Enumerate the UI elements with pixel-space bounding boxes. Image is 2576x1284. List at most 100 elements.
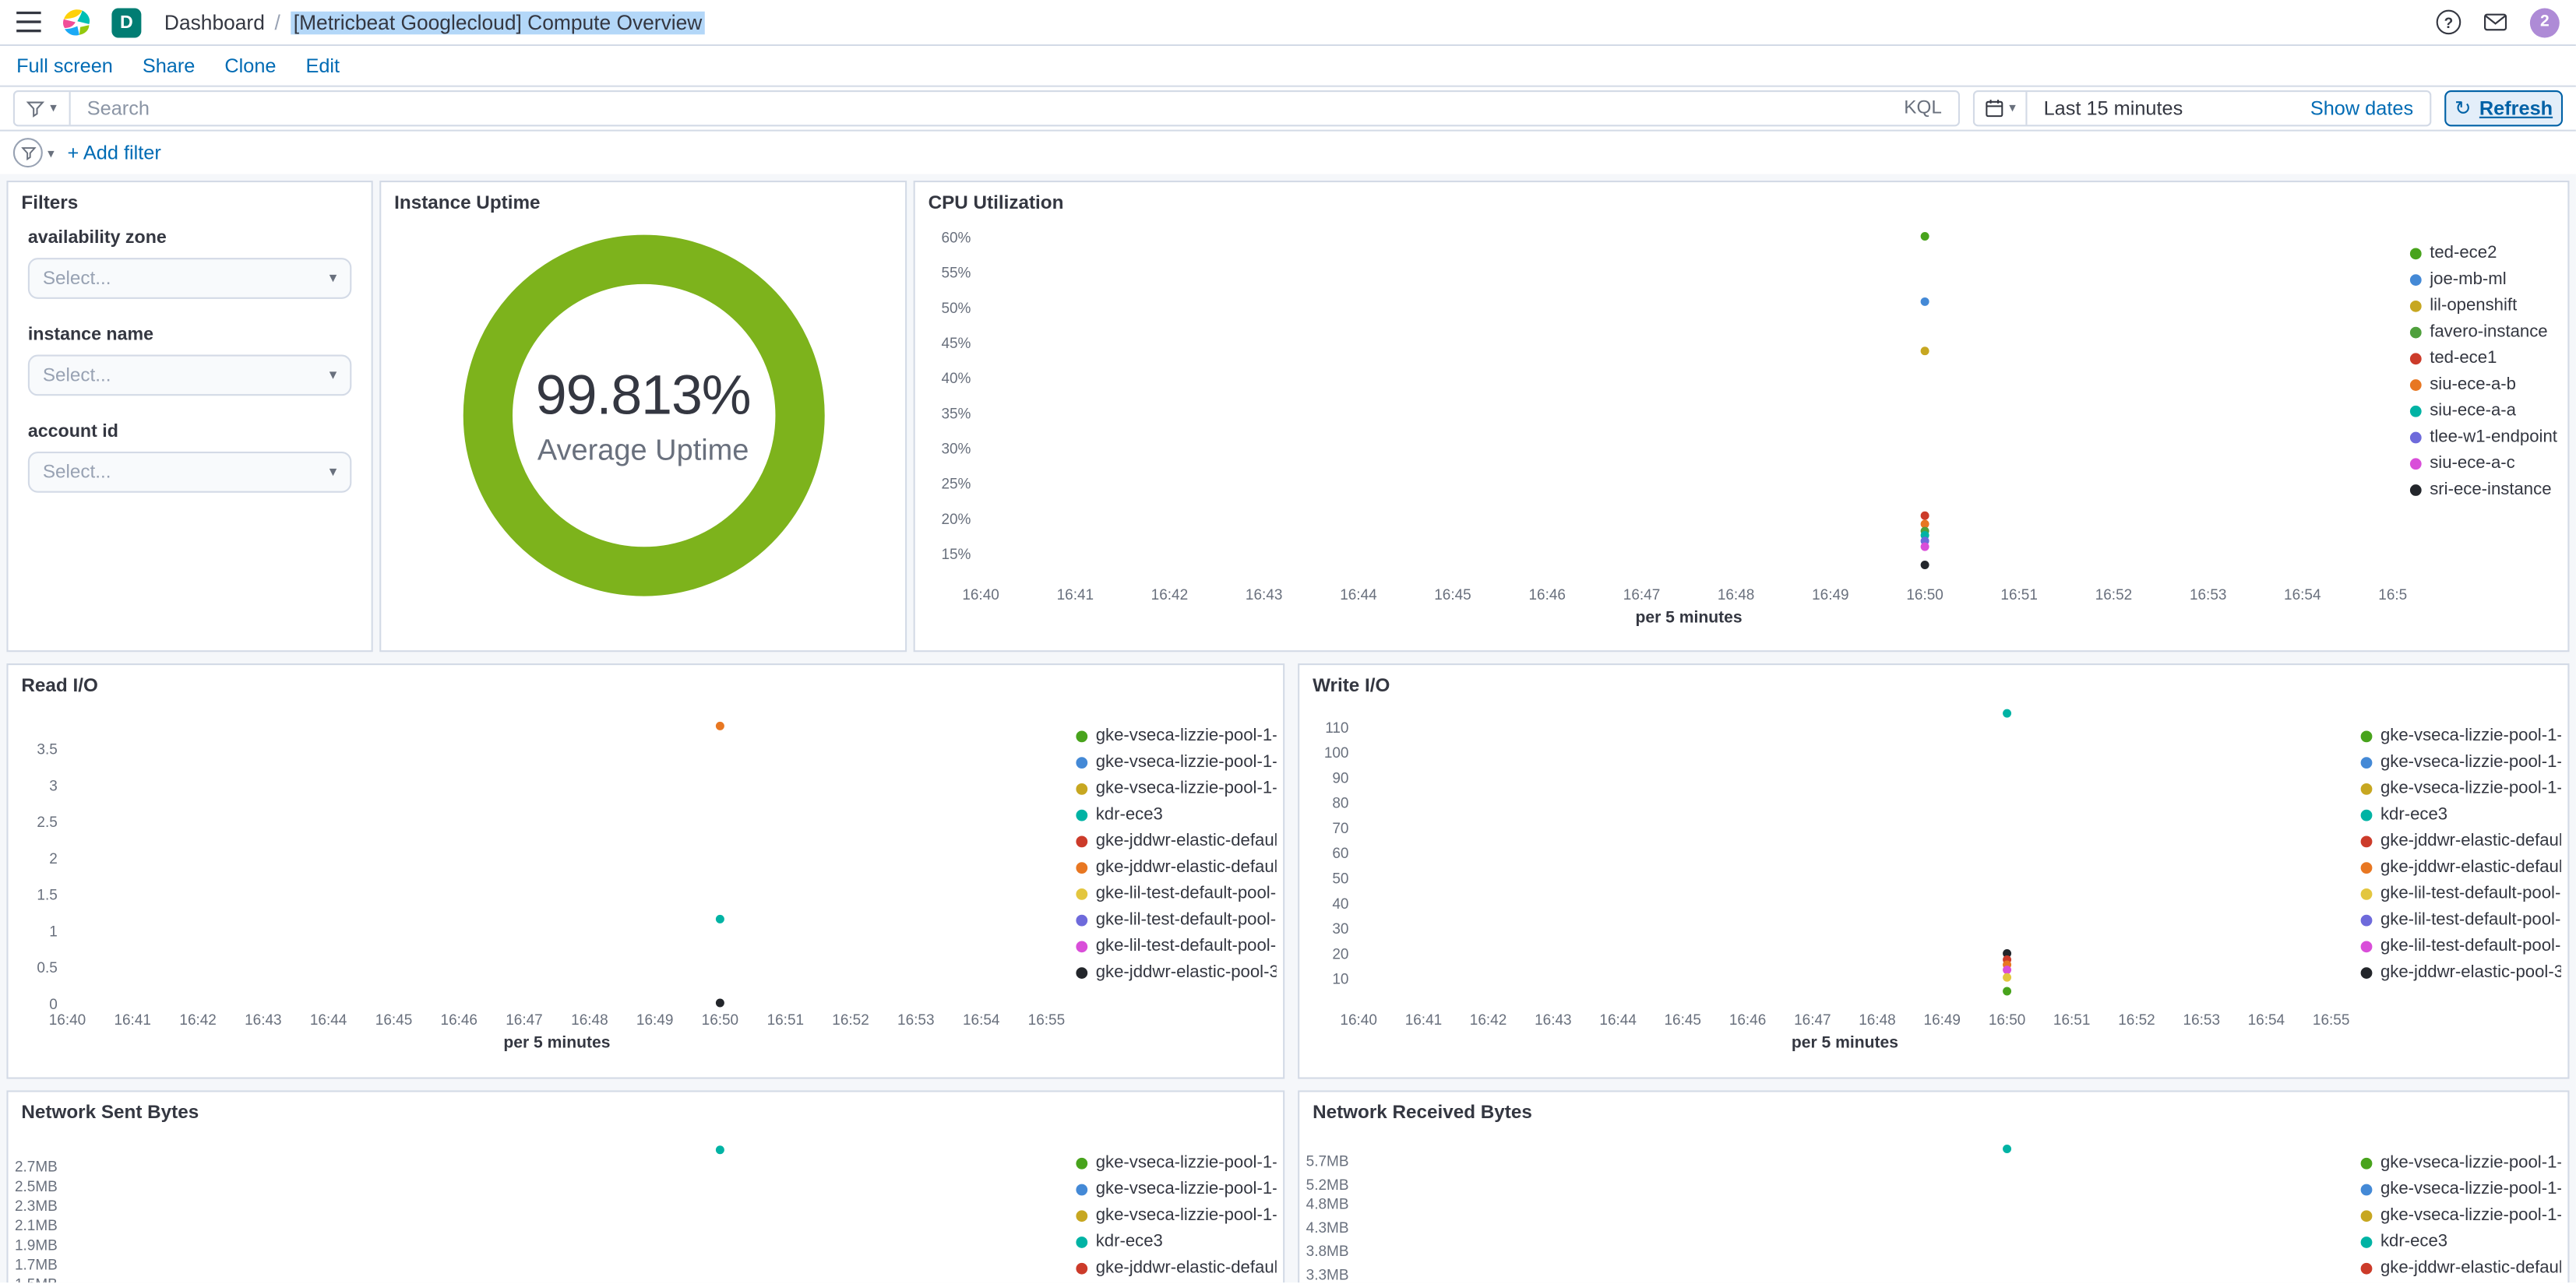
newsfeed-mail-icon[interactable] [2483, 13, 2507, 31]
legend-item[interactable]: gke-lil-test-default-pool-c1e... [1076, 906, 1277, 933]
series-label: gke-lil-test-default-pool-c1e... [2380, 936, 2561, 956]
legend-item[interactable]: siu-ece-a-a [2409, 397, 2561, 424]
series-color-dot [2360, 1261, 2373, 1274]
chevron-down-icon: ▾ [329, 366, 337, 383]
kql-language-button[interactable]: KQL [1904, 99, 1942, 118]
panel-title[interactable]: Filters [9, 182, 372, 218]
legend-item[interactable]: gke-lil-test-default-pool-c1e... [2360, 933, 2561, 959]
legend-item[interactable]: gke-jddwr-elastic-default-po... [2360, 854, 2561, 881]
calendar-button[interactable]: ▾ [1975, 92, 2028, 125]
legend-item[interactable]: gke-lil-test-default-pool-c1e... [2360, 880, 2561, 906]
legend-item[interactable]: gke-jddwr-elastic-default-po... [2361, 1281, 2561, 1282]
series-color-dot [2360, 913, 2373, 926]
add-filter-button[interactable]: + Add filter [68, 141, 161, 164]
instance-name-select[interactable]: Select... ▾ [27, 354, 352, 396]
help-icon[interactable]: ? [2436, 9, 2461, 35]
svg-text:35%: 35% [941, 406, 971, 422]
legend-item[interactable]: siu-ece-a-c [2409, 450, 2561, 477]
refresh-icon: ↻ [2454, 97, 2472, 120]
legend-item[interactable]: joe-mb-ml [2409, 266, 2561, 293]
filter-options-button[interactable] [12, 138, 43, 168]
user-avatar[interactable]: 2 [2529, 7, 2560, 37]
saved-query-menu-button[interactable]: ▾ [15, 92, 71, 125]
svg-text:3.8MB: 3.8MB [1306, 1244, 1349, 1260]
time-range-value[interactable]: Last 15 minutes [2044, 97, 2183, 120]
legend-item[interactable]: gke-vseca-lizzie-pool-1-630... [1076, 1202, 1277, 1229]
write-io-panel: Write I/O 110 100 90 80 70 60 50 40 30 20 10 16:40 1… [1298, 663, 2570, 1079]
share-button[interactable]: Share [143, 55, 196, 78]
filter-field: availability zone Select... ▾ [9, 218, 372, 315]
legend-item[interactable]: gke-vseca-lizzie-pool-1-1877... [1076, 723, 1277, 749]
legend-item[interactable]: ted-ece1 [2409, 345, 2561, 371]
legend-item[interactable]: ted-ece2 [2409, 240, 2561, 266]
legend-item[interactable]: gke-vseca-lizzie-pool-1-1877... [1076, 1149, 1277, 1176]
legend-item[interactable]: gke-jddwr-elastic-default-po... [2360, 1254, 2561, 1281]
legend-item[interactable]: gke-vseca-lizzie-pool-1-c417... [2360, 749, 2561, 776]
search-input[interactable]: ▾ Search KQL [12, 90, 1961, 127]
account-id-select[interactable]: Select... ▾ [27, 451, 352, 493]
svg-text:3: 3 [49, 778, 58, 794]
series-color-dot [1076, 1209, 1088, 1222]
legend-item[interactable]: favero-instance [2409, 318, 2561, 345]
full-screen-button[interactable]: Full screen [16, 55, 113, 78]
panel-title[interactable]: Network Received Bytes [1299, 1092, 2567, 1127]
legend-item[interactable]: gke-jddwr-elastic-default-po... [1076, 828, 1277, 854]
legend-item[interactable]: kdr-ece3 [2360, 1229, 2561, 1255]
legend-item[interactable]: gke-jddwr-elastic-pool-3-74... [1076, 959, 1277, 986]
panel-title[interactable]: Read I/O [9, 665, 1284, 701]
legend-item[interactable]: siu-ece-a-b [2409, 371, 2561, 398]
legend-item[interactable]: gke-vseca-lizzie-pool-1-c417... [1076, 749, 1277, 776]
chart-area: 2.7MB2.5MB2.3MB2.1MB1.9MB1.7MB1.5MB16:40… [9, 1128, 1284, 1282]
svg-text:16:42: 16:42 [179, 1012, 216, 1029]
legend-item[interactable]: gke-jddwr-elastic-default-po... [1076, 1254, 1277, 1281]
panel-title[interactable]: Instance Uptime [381, 182, 905, 218]
panel-title[interactable]: Write I/O [1299, 665, 2567, 701]
legend-item[interactable]: gke-vseca-lizzie-pool-1-c417... [1076, 1176, 1277, 1202]
legend-item[interactable]: kdr-ece3 [2360, 801, 2561, 828]
legend-item[interactable]: gke-lil-test-default-pool-c1e... [2360, 906, 2561, 933]
legend-item[interactable]: sri-ece-instance [2409, 477, 2561, 503]
series-label: gke-jddwr-elastic-default-po... [2380, 831, 2561, 851]
series-label: gke-vseca-lizzie-pool-1-1877... [2380, 1152, 2561, 1173]
filter-funnel-icon [20, 146, 36, 160]
legend-item[interactable]: gke-jddwr-elastic-default-po... [1076, 854, 1277, 881]
legend-item[interactable]: gke-lil-test-default-pool-c1e... [1076, 933, 1277, 959]
legend-item[interactable]: gke-vseca-lizzie-pool-1-1877... [2360, 723, 2561, 749]
space-avatar[interactable]: D [111, 7, 142, 37]
hamburger-menu-icon[interactable] [16, 11, 41, 33]
series-label: sri-ece-instance [2430, 479, 2552, 500]
series-label: gke-vseca-lizzie-pool-1-c417... [1095, 751, 1277, 772]
chevron-down-icon: ▾ [329, 269, 337, 286]
panel-title[interactable]: CPU Utilization [915, 182, 2568, 218]
legend-item[interactable]: gke-jddwr-elastic-default-po... [2360, 828, 2561, 854]
legend-item[interactable]: gke-vseca-lizzie-pool-1-1877... [2360, 1149, 2561, 1176]
svg-text:30%: 30% [941, 441, 971, 458]
legend-item[interactable]: kdr-ece3 [1076, 1229, 1276, 1255]
legend-item[interactable]: lil-openshift [2409, 292, 2561, 318]
panel-title[interactable]: Network Sent Bytes [9, 1092, 1284, 1127]
elastic-logo[interactable] [61, 6, 92, 37]
legend-item[interactable]: gke-lil-test-default-pool-c1e... [1076, 880, 1277, 906]
show-dates-link[interactable]: Show dates [2310, 97, 2413, 120]
legend-item[interactable]: gke-vseca-lizzie-pool-1-630... [2360, 1202, 2561, 1229]
svg-text:16:40: 16:40 [1340, 1012, 1376, 1029]
series-label: gke-lil-test-default-pool-c1e... [1095, 883, 1277, 903]
legend-item[interactable]: gke-vseca-lizzie-pool-1-630... [2360, 775, 2561, 801]
breadcrumb-dashboard-link[interactable]: Dashboard [164, 11, 265, 34]
series-label: kdr-ece3 [2380, 1231, 2448, 1252]
availability-zone-select[interactable]: Select... ▾ [27, 258, 352, 299]
series-label: gke-jddwr-elastic-pool-3-74... [1095, 962, 1277, 983]
legend-item[interactable]: tlee-w1-endpoint [2409, 424, 2561, 450]
filters-panel: Filters availability zone Select... ▾ in… [6, 180, 373, 653]
legend-item[interactable]: gke-vseca-lizzie-pool-1-630... [1076, 775, 1277, 801]
legend-item[interactable]: gke-jddwr-elastic-default-po... [1076, 1281, 1276, 1282]
edit-button[interactable]: Edit [305, 55, 340, 78]
legend-item[interactable]: gke-vseca-lizzie-pool-1-c417... [2360, 1176, 2561, 1202]
chevron-down-icon[interactable]: ▾ [48, 146, 54, 160]
series-label: favero-instance [2430, 322, 2548, 342]
refresh-button[interactable]: ↻ Refresh [2444, 90, 2564, 127]
legend-item[interactable]: kdr-ece3 [1076, 801, 1276, 828]
svg-text:2: 2 [49, 851, 58, 867]
clone-button[interactable]: Clone [224, 55, 276, 78]
legend-item[interactable]: gke-jddwr-elastic-pool-3-74... [2360, 959, 2561, 986]
